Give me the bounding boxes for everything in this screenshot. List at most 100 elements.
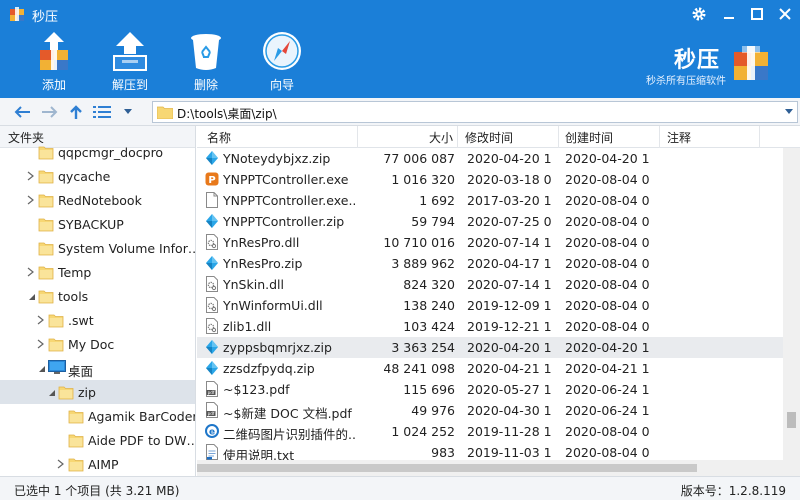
tree-item[interactable]: .swt (0, 308, 195, 332)
horizontal-scrollbar[interactable] (197, 460, 783, 476)
file-name: YNoteydybjxz.zip (223, 151, 331, 166)
file-name: ~$123.pdf (223, 382, 290, 397)
chevron-down-icon[interactable] (36, 365, 46, 373)
file-row[interactable]: YnResPro.dll 10 710 016 2020-07-14 1 2020-0… (197, 232, 783, 253)
file-modified: 2020-07-14 1 (467, 277, 552, 292)
file-size: 77 006 087 (383, 151, 455, 166)
maximize-button[interactable] (746, 4, 768, 24)
file-row[interactable]: pdf ~$新建 DOC 文档.pdf 49 976 2020-04-30 1 2020… (197, 400, 783, 421)
file-row[interactable]: zyppsbqmrjxz.zip 3 363 254 2020-04-20 1 202… (197, 337, 783, 358)
path-text: D:\tools\桌面\zip\ (177, 107, 277, 121)
chevron-down-icon[interactable] (46, 389, 56, 397)
tree-item[interactable]: zip (0, 380, 195, 404)
file-name: zzsdzfpydq.zip (223, 361, 315, 376)
tree-item[interactable]: tools (0, 284, 195, 308)
folder-icon (38, 170, 54, 184)
tree-item[interactable]: qqpcmgr_docpro (0, 140, 195, 164)
vertical-scroll-thumb[interactable] (787, 412, 796, 428)
arrow-right-icon (42, 106, 58, 118)
svg-text:pdf: pdf (208, 411, 215, 416)
tree-item[interactable]: RedNotebook (0, 188, 195, 212)
wizard-button[interactable]: 向导 (252, 30, 312, 94)
desktop-icon (48, 360, 66, 374)
file-created: 2020-08-04 0 (565, 319, 650, 334)
file-modified: 2017-03-20 1 (467, 193, 552, 208)
file-size: 138 240 (403, 298, 455, 313)
path-input[interactable]: D:\tools\桌面\zip\ (152, 101, 798, 123)
view-dropdown-button[interactable] (118, 102, 138, 122)
wizard-label: 向导 (269, 78, 294, 92)
column-created[interactable]: 创建时间 (565, 129, 613, 146)
tree-item[interactable]: Temp (0, 260, 195, 284)
add-button[interactable]: 添加 (24, 30, 84, 94)
tree-item[interactable]: System Volume Infor… (0, 236, 196, 260)
file-row[interactable]: YnWinformUi.dll 138 240 2019-12-09 1 2020-0… (197, 295, 783, 316)
close-icon (779, 8, 791, 20)
tree-item-label: System Volume Infor… (58, 241, 196, 256)
column-name[interactable]: 名称 (207, 129, 231, 146)
pdf-file-icon: pdf (206, 402, 218, 418)
tree-item-label: qqpcmgr_docpro (58, 145, 164, 160)
back-button[interactable] (12, 102, 32, 122)
file-created: 2020-08-04 0 (565, 214, 650, 229)
file-row[interactable]: zlib1.dll 103 424 2019-12-21 1 2020-08-04 0 (197, 316, 783, 337)
file-created: 2020-08-04 0 (565, 445, 650, 460)
file-row[interactable]: YNoteydybjxz.zip 77 006 087 2020-04-20 1 20… (197, 148, 783, 169)
minimize-button[interactable] (718, 4, 740, 24)
file-created: 2020-08-04 0 (565, 424, 650, 439)
view-list-button[interactable] (92, 102, 112, 122)
tree-item[interactable]: SYBACKUP (0, 212, 195, 236)
file-name: zyppsbqmrjxz.zip (223, 340, 332, 355)
folder-icon (68, 434, 84, 448)
settings-button[interactable] (688, 4, 710, 24)
tree-item[interactable]: qycache (0, 164, 195, 188)
tree-item[interactable]: 桌面 (0, 356, 195, 380)
file-created: 2020-04-20 1 (565, 340, 650, 355)
up-button[interactable] (66, 102, 86, 122)
file-row[interactable]: P YNPPTController.exe 1 016 320 2020-03-18 … (197, 169, 783, 190)
file-row[interactable]: zzsdzfpydq.zip 48 241 098 2020-04-21 1 2020… (197, 358, 783, 379)
folder-icon (48, 314, 64, 328)
file-modified: 2020-07-25 0 (467, 214, 552, 229)
dll-file-icon (206, 276, 218, 292)
file-row[interactable]: YnResPro.zip 3 889 962 2020-04-17 1 2020-08… (197, 253, 783, 274)
tree-item[interactable]: My Doc (0, 332, 195, 356)
file-row[interactable]: YNPPTController.exe.... 1 692 2017-03-20 1… (197, 190, 783, 211)
tree-item[interactable]: Aide PDF to DW… (0, 428, 196, 452)
file-row[interactable]: pdf ~$123.pdf 115 696 2020-05-27 1 2020-06-2… (197, 379, 783, 400)
chevron-right-icon[interactable] (37, 315, 45, 325)
column-modified[interactable]: 修改时间 (465, 129, 513, 146)
vertical-scrollbar[interactable] (783, 148, 800, 476)
chevron-right-icon[interactable] (27, 267, 35, 277)
gear-icon (692, 7, 706, 21)
folder-icon (38, 242, 54, 256)
tree-item[interactable]: Agamik BarCoder (0, 404, 195, 428)
horizontal-scroll-thumb[interactable] (197, 464, 697, 472)
file-size: 103 424 (403, 319, 455, 334)
chevron-right-icon[interactable] (27, 195, 35, 205)
column-divider (457, 126, 458, 148)
chevron-right-icon[interactable] (37, 339, 45, 349)
file-row[interactable]: e 二维码图片识别插件的... 1 024 252 2019-11-28 1 2020-… (197, 421, 783, 442)
column-size[interactable]: 大小 (429, 129, 453, 146)
chevron-right-icon[interactable] (57, 459, 65, 469)
forward-button[interactable] (40, 102, 60, 122)
chevron-down-icon (124, 109, 132, 114)
dll-file-icon (206, 234, 218, 250)
brand-logo-icon (734, 46, 768, 80)
file-modified: 2019-11-03 1 (467, 445, 552, 460)
column-comment[interactable]: 注释 (667, 129, 691, 146)
column-header: 名称 大小 修改时间 创建时间 注释 (197, 126, 800, 148)
file-row[interactable]: YnSkin.dll 824 320 2020-07-14 1 2020-08-04 … (197, 274, 783, 295)
close-button[interactable] (774, 4, 796, 24)
extract-to-button[interactable]: 解压到 (100, 30, 160, 94)
chevron-down-icon[interactable] (26, 293, 36, 301)
tree-item[interactable]: AIMP (0, 452, 195, 476)
tree-item-label: Aide PDF to DW… (88, 433, 196, 448)
file-row[interactable]: YNPPTController.zip 59 794 2020-07-25 0 202… (197, 211, 783, 232)
delete-button[interactable]: 删除 (176, 30, 236, 94)
tree-item-label: zip (78, 385, 96, 400)
tree-item-label: SYBACKUP (58, 217, 124, 232)
chevron-right-icon[interactable] (27, 171, 35, 181)
path-dropdown-icon[interactable] (784, 108, 794, 116)
